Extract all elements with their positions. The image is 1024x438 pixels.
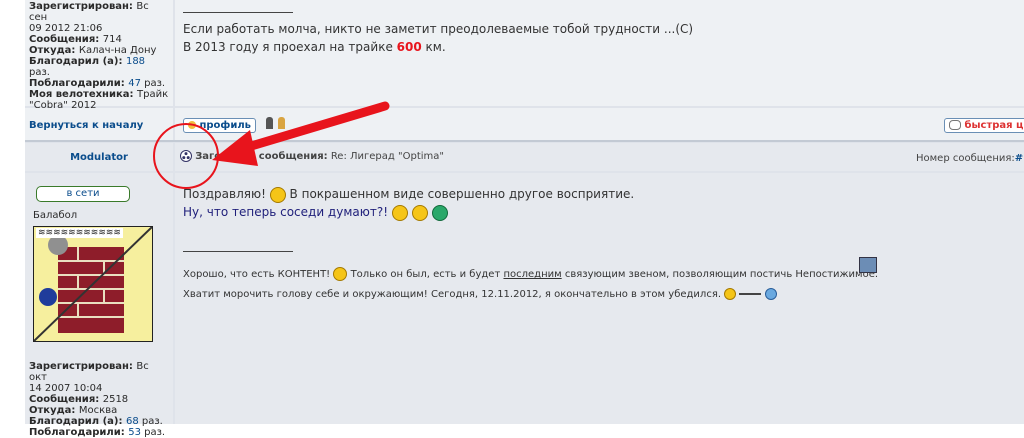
annotation-arrow-head	[212, 130, 258, 166]
annotation-arrow-line	[233, 101, 390, 155]
annotation-overlay	[153, 101, 390, 189]
profile-value[interactable]: 53	[128, 427, 141, 438]
profile-suffix: раз.	[140, 427, 166, 438]
annotation-circle	[153, 123, 219, 189]
profile-label: Поблагодарили:	[29, 427, 129, 438]
profile-row: Поблагодарили: 53 раз.	[29, 427, 169, 438]
